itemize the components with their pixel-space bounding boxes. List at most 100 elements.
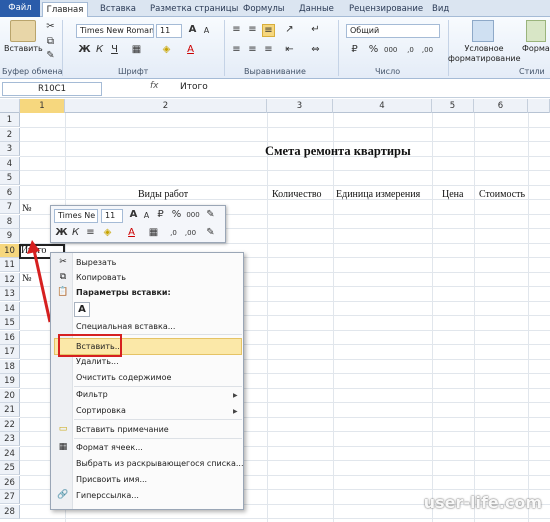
tab-home[interactable]: Главная	[42, 2, 88, 17]
menu-item-cut[interactable]: Вырезать	[76, 258, 116, 267]
tab-view[interactable]: Вид	[432, 2, 449, 17]
grow-font-icon[interactable]: A	[186, 24, 199, 37]
column-header[interactable]: 2	[65, 99, 267, 113]
font-name-select[interactable]: Times New Roman	[76, 24, 154, 38]
menu-item-delete[interactable]: Удалить...	[76, 357, 119, 366]
mini-percent[interactable]: %	[170, 209, 183, 222]
row-header[interactable]: 11	[0, 258, 20, 272]
tab-insert[interactable]: Вставка	[100, 2, 136, 17]
column-header[interactable]: 6	[474, 99, 528, 113]
fill-color-icon[interactable]: ◈	[101, 227, 114, 240]
menu-item-format-cells[interactable]: Формат ячеек...	[76, 443, 143, 452]
name-box[interactable]: R10C1	[2, 82, 102, 96]
header-cell-quantity[interactable]: Количество	[272, 189, 322, 200]
align-bottom-icon[interactable]: ≡	[262, 24, 275, 37]
menu-item-copy[interactable]: Копировать	[76, 273, 126, 282]
menu-item-hyperlink[interactable]: Гиперссылка...	[76, 491, 139, 500]
format-as-table-icon[interactable]	[526, 20, 546, 42]
align-middle-icon[interactable]: ≡	[246, 24, 259, 37]
format-as-table-button[interactable]: Формат как т	[522, 44, 550, 54]
italic-icon[interactable]: К	[69, 227, 82, 240]
mini-font-select[interactable]: Times Ne	[54, 209, 98, 223]
align-center-icon[interactable]: ≡	[246, 44, 259, 57]
menu-item-sort[interactable]: Сортировка	[76, 406, 126, 415]
menu-item-pick-from-list[interactable]: Выбрать из раскрывающегося списка...	[76, 459, 244, 468]
row-header[interactable]: 19	[0, 374, 20, 388]
row-header[interactable]: 21	[0, 403, 20, 417]
format-painter-icon[interactable]: ✎	[204, 209, 217, 222]
tab-review[interactable]: Рецензирование	[349, 2, 423, 17]
menu-item-insert-comment[interactable]: Вставить примечание	[76, 425, 169, 434]
orientation-icon[interactable]: ↗	[283, 24, 296, 37]
borders-icon[interactable]: ▦	[130, 44, 143, 57]
row-header[interactable]: 10	[0, 243, 20, 258]
column-header[interactable]: 4	[333, 99, 432, 113]
copy-icon[interactable]: ⧉	[44, 36, 57, 49]
fill-color-icon[interactable]: ◈	[160, 44, 173, 57]
indent-icon[interactable]: ⇤	[283, 44, 296, 57]
paste-option-a[interactable]: A	[74, 302, 90, 317]
row-header[interactable]: 4	[0, 156, 20, 171]
currency-icon[interactable]: ₽	[348, 44, 361, 57]
format-painter-icon[interactable]: ✎	[44, 50, 57, 63]
sheet-title-cell[interactable]: Смета ремонта квартиры	[265, 144, 411, 159]
font-color-icon[interactable]: A	[184, 44, 197, 57]
cell-number-sign[interactable]: №	[22, 203, 32, 214]
row-header[interactable]: 9	[0, 229, 20, 243]
borders-icon[interactable]: ▦	[147, 227, 160, 240]
shrink-font-icon[interactable]: A	[140, 210, 153, 223]
menu-item-clear-contents[interactable]: Очистить содержимое	[76, 373, 171, 382]
font-color-icon[interactable]: A	[125, 227, 138, 240]
row-header[interactable]: 1	[0, 113, 20, 127]
tab-file[interactable]: Файл	[0, 0, 40, 17]
align-center-icon[interactable]: ≡	[84, 227, 97, 240]
row-header[interactable]: 25	[0, 461, 20, 475]
column-header[interactable]: 1	[20, 99, 65, 113]
align-left-icon[interactable]: ≡	[230, 44, 243, 57]
header-cell-cost[interactable]: Стоимость	[479, 189, 525, 200]
format-painter-icon[interactable]: ✎	[204, 227, 217, 240]
grow-font-icon[interactable]: A	[127, 209, 140, 222]
menu-item-filter[interactable]: Фильтр	[76, 390, 108, 399]
align-top-icon[interactable]: ≡	[230, 24, 243, 37]
merge-center-icon[interactable]: ⇔	[309, 44, 322, 57]
paste-button[interactable]: Вставить	[4, 44, 43, 53]
row-header[interactable]: 22	[0, 417, 20, 432]
mini-size-select[interactable]: 11	[101, 209, 123, 223]
mini-thousands[interactable]: 000	[184, 209, 202, 222]
bold-icon[interactable]: Ж	[78, 44, 91, 57]
number-format-select[interactable]: Общий	[346, 24, 440, 38]
menu-item-define-name[interactable]: Присвоить имя...	[76, 475, 147, 484]
header-cell-work-types[interactable]: Виды работ	[138, 189, 188, 200]
row-header[interactable]: 24	[0, 446, 20, 461]
tab-page-layout[interactable]: Разметка страницы	[150, 2, 238, 17]
currency-icon[interactable]: ₽	[154, 209, 167, 222]
bold-icon[interactable]: Ж	[55, 227, 68, 240]
row-header[interactable]: 23	[0, 432, 20, 446]
shrink-font-icon[interactable]: A	[200, 25, 213, 38]
row-header[interactable]: 27	[0, 490, 20, 504]
italic-icon[interactable]: К	[93, 44, 106, 57]
row-header[interactable]: 6	[0, 185, 20, 200]
increase-decimal-icon[interactable]: ,0	[167, 227, 180, 240]
align-right-icon[interactable]: ≡	[262, 44, 275, 57]
decrease-decimal-icon[interactable]: ,00	[421, 44, 434, 57]
cut-icon[interactable]: ✂	[44, 21, 57, 34]
clipboard-paste-icon[interactable]	[10, 20, 36, 42]
column-header[interactable]: 3	[267, 99, 333, 113]
row-header[interactable]: 18	[0, 359, 20, 374]
row-header[interactable]: 13	[0, 287, 20, 301]
select-all-corner[interactable]	[0, 99, 20, 113]
row-header[interactable]: 17	[0, 345, 20, 359]
row-header[interactable]: 20	[0, 388, 20, 403]
row-header[interactable]: 7	[0, 200, 20, 214]
decrease-decimal-icon[interactable]: ,00	[184, 227, 197, 240]
column-header-partial[interactable]	[528, 99, 550, 113]
font-size-select[interactable]: 11	[156, 24, 182, 38]
comma-style-icon[interactable]: 000	[384, 44, 397, 57]
tab-data[interactable]: Данные	[299, 2, 334, 17]
conditional-formatting-icon[interactable]	[472, 20, 494, 42]
row-header[interactable]: 14	[0, 301, 20, 316]
formula-input[interactable]: Итого	[180, 82, 208, 92]
row-header[interactable]: 28	[0, 504, 20, 519]
